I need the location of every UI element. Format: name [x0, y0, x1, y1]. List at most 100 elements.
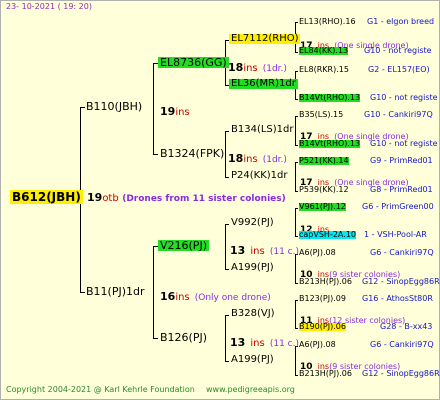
connector: [295, 283, 298, 284]
gen2-note: (11 c.): [269, 247, 299, 257]
gen4-node[interactable]: P539(KK).12: [299, 186, 349, 194]
connector: [295, 116, 296, 145]
gen2-info: 18ins (1dr.): [228, 149, 287, 165]
gen2-node[interactable]: V216(PJ): [158, 240, 209, 251]
gen4-info: G12 - SinopEgg86R: [362, 277, 440, 286]
gen1-unit: ins: [175, 107, 190, 118]
gen2-node[interactable]: B1324(FPK): [160, 148, 224, 159]
gen2-number: 18: [228, 152, 244, 165]
connector: [295, 328, 298, 329]
gen2-unit: ins: [243, 154, 258, 165]
gen4-node[interactable]: capVSH-2A.10: [299, 231, 356, 239]
connector: [295, 346, 296, 375]
connector: [153, 63, 154, 154]
gen3-node[interactable]: B328(VJ): [231, 309, 275, 319]
gen4-node[interactable]: B123(PJ).09: [299, 295, 346, 303]
connector: [295, 52, 298, 53]
gen2-unit: ins: [243, 63, 258, 74]
connector: [225, 177, 229, 178]
gen2-note: (1dr.): [262, 64, 287, 74]
gen2-number: 13: [230, 244, 246, 257]
gen2-note: (11 c.): [269, 339, 299, 349]
gen4-node[interactable]: B213H(PJ).06: [299, 370, 352, 378]
gen4-info: G6 - PrimGreen00: [362, 202, 434, 211]
gen4-info: G16 - AthosSt80R: [362, 294, 433, 303]
gen3-node[interactable]: P24(KK)1dr: [231, 171, 288, 181]
gen1-number: 19: [160, 105, 176, 118]
gen4-node[interactable]: EL13(RHO).16: [299, 18, 356, 26]
gen4-info: G10 - not registe: [370, 93, 438, 102]
gen2-info: 13 ins (11 c.): [230, 241, 299, 257]
gen1-node[interactable]: B11(PJ)1dr: [86, 286, 145, 297]
gen2-unit: ins: [250, 338, 265, 349]
gen2-node[interactable]: B126(PJ): [160, 332, 207, 343]
connector: [225, 315, 226, 361]
gen4-node[interactable]: P521(KK).14: [299, 157, 349, 165]
gen1-info: 16ins (Only one drone): [160, 287, 271, 303]
gen4-info: G6 - Cankiri97Q: [370, 340, 434, 349]
gen3-node[interactable]: A199(PJ): [231, 263, 274, 273]
connector: [295, 162, 296, 191]
connector: [295, 162, 298, 163]
connector: [295, 236, 298, 237]
connector: [295, 71, 298, 72]
gen4-info: G2 - EL157(EO): [368, 65, 430, 74]
connector: [295, 254, 296, 283]
gen2-unit: ins: [250, 246, 265, 257]
connector: [153, 246, 154, 338]
copyright-text: Copyright 2004-2021 @ Karl Kehrle Founda…: [6, 385, 195, 394]
gen4-info: G10 - not registe: [364, 46, 432, 55]
gen4-node[interactable]: A6(PJ).08: [299, 341, 336, 349]
root-number: 19: [87, 191, 103, 204]
gen4-node[interactable]: B213H(PJ).06: [299, 278, 352, 286]
gen4-info: G28 - B-xx43: [380, 322, 433, 331]
connector: [225, 131, 229, 132]
gen1-info: 19ins: [160, 102, 190, 118]
gen1-number: 16: [160, 290, 176, 303]
gen2-note: (1dr.): [262, 155, 287, 165]
gen4-node[interactable]: B35(LS).15: [299, 111, 343, 119]
gen4-node[interactable]: EL8(RKR).15: [299, 66, 349, 74]
gen4-info: G6 - Cankiri97Q: [370, 248, 434, 257]
connector: [295, 300, 298, 301]
connector: [80, 107, 85, 108]
connector: [295, 191, 298, 192]
gen4-node[interactable]: EL84(KK).13: [299, 47, 349, 55]
gen3-node[interactable]: B134(LS)1dr: [231, 125, 294, 135]
connector: [295, 145, 298, 146]
connector: [225, 224, 226, 269]
root-queen[interactable]: B612(JBH): [10, 190, 83, 204]
gen3-node[interactable]: EL36(MR)1dr: [229, 79, 298, 89]
connector: [153, 338, 158, 339]
connector: [295, 208, 296, 236]
connector: [80, 292, 85, 293]
root-info: 19otb (Drones from 11 sister colonies): [87, 192, 286, 204]
gen2-info: 18ins (1dr.): [228, 58, 287, 74]
gen4-node[interactable]: A6(PJ).08: [299, 249, 336, 257]
connector: [295, 208, 298, 209]
connector: [225, 315, 229, 316]
gen1-unit: ins: [175, 292, 190, 303]
gen2-node[interactable]: EL8736(GG): [158, 57, 229, 68]
gen4-info: G12 - SinopEgg86R: [362, 369, 440, 378]
gen4-info: G1 - elgon breed: [367, 17, 435, 26]
gen2-number: 13: [230, 336, 246, 349]
gen4-info: 1 - VSH-Pool-AR: [364, 230, 427, 239]
connector: [295, 99, 298, 100]
connector: [225, 361, 229, 362]
gen4-node[interactable]: V961(PJ).12: [299, 203, 346, 211]
gen4-node[interactable]: B190(PJ).06: [299, 323, 346, 331]
site-link[interactable]: www.pedigreeapis.org: [206, 386, 295, 394]
gen3-node[interactable]: EL7112(RHO): [229, 34, 301, 44]
gen3-node[interactable]: V992(PJ): [231, 218, 274, 228]
gen4-node[interactable]: B14Vt(RHO).13: [299, 94, 361, 102]
gen1-node[interactable]: B110(JBH): [86, 101, 142, 112]
gen2-info: 13 ins (11 c.): [230, 333, 299, 349]
gen4-info: G8 - PrimRed01: [370, 185, 433, 194]
gen3-node[interactable]: A199(PJ): [231, 355, 274, 365]
connector: [295, 300, 296, 328]
gen4-node[interactable]: B14Vt(RHO).13: [299, 140, 361, 148]
connector: [225, 269, 229, 270]
root-note: (Drones from 11 sister colonies): [122, 194, 286, 204]
gen2-number: 18: [228, 61, 244, 74]
